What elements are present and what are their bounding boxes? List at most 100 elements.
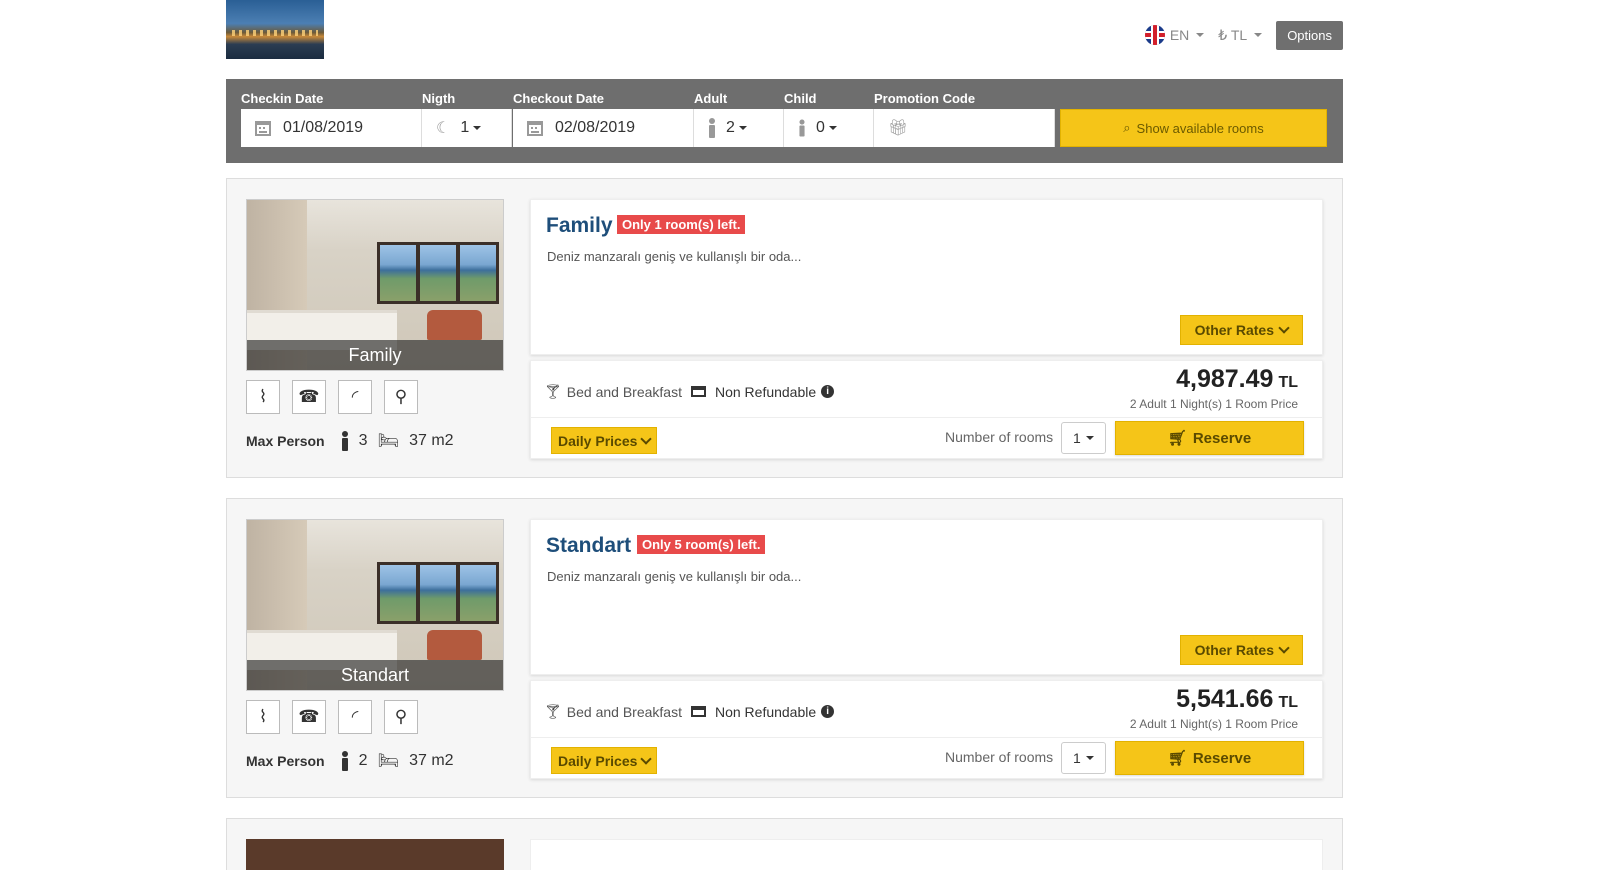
room-info-card: Standart Only 5 room(s) left. Deniz manz… (530, 519, 1323, 675)
availability-badge: Only 1 room(s) left. (617, 215, 746, 234)
adult-select[interactable]: 2 (694, 109, 784, 147)
caret-down-icon (828, 126, 837, 130)
caret-down-icon (1085, 436, 1094, 440)
room-size: 37 m2 (409, 752, 454, 769)
calendar-icon (527, 120, 543, 136)
number-of-rooms-label: Number of rooms (945, 429, 1054, 445)
hairdryer-icon[interactable]: ⚲ (384, 700, 418, 734)
chevron-down-icon (1278, 322, 1290, 334)
currency-label: ₺ TL (1218, 26, 1248, 43)
search-icon: ⌕ (1123, 120, 1131, 135)
price-currency: TL (1278, 374, 1298, 391)
room-title[interactable]: Family (546, 214, 613, 238)
number-of-rooms-select[interactable]: 1 (1061, 422, 1106, 454)
daily-prices-label: Daily Prices (558, 752, 638, 769)
language-label: EN (1169, 27, 1190, 43)
chevron-down-icon (640, 752, 653, 765)
availability-badge: Only 5 room(s) left. (637, 535, 766, 554)
amenities-list: ⌇ ☎ ◜ ⚲ (246, 380, 418, 414)
bed-icon: 🛏︎ (377, 431, 400, 450)
show-available-rooms-button[interactable]: ⌕ Show available rooms (1060, 109, 1327, 147)
room-card: Family ⌇ ☎ ◜ ⚲ Max Person 3 🛏︎ 37 m2 Fam… (226, 178, 1343, 478)
child-select[interactable]: 0 (784, 109, 874, 147)
daily-prices-button[interactable]: Daily Prices (551, 427, 658, 454)
language-selector[interactable]: EN (1144, 25, 1205, 45)
max-person-value: 3 (358, 432, 368, 449)
phone-icon[interactable]: ☎ (292, 700, 326, 734)
reserve-button[interactable]: 🛒︎ Reserve (1115, 421, 1304, 455)
phone-icon[interactable]: ☎ (292, 380, 326, 414)
checkout-value: 02/08/2019 (555, 119, 636, 136)
checkin-input[interactable]: 01/08/2019 (241, 109, 422, 147)
rate-conditions: 🍸︎ Bed and Breakfast Non Refundable i (544, 383, 835, 400)
other-rates-label: Other Rates (1194, 642, 1274, 658)
number-of-rooms-value: 1 (1073, 430, 1081, 446)
number-of-rooms-value: 1 (1073, 750, 1081, 766)
caret-down-icon (473, 126, 482, 130)
child-value: 0 (816, 119, 825, 136)
room-info-card (530, 839, 1323, 870)
chevron-down-icon (640, 432, 653, 445)
room-title[interactable]: Standart (546, 534, 631, 558)
other-rates-label: Other Rates (1194, 322, 1274, 338)
room-photo-caption: Family (247, 340, 503, 370)
chevron-down-icon (1278, 642, 1290, 654)
cocktail-icon: 🍸︎ (544, 703, 562, 719)
adult-value: 2 (726, 119, 735, 136)
night-select[interactable]: ☾ 1 (422, 109, 512, 147)
max-person-info: Max Person 2 🛏︎ 37 m2 (246, 751, 454, 771)
price-note: 2 Adult 1 Night(s) 1 Room Price (1129, 717, 1298, 731)
checkout-input[interactable]: 02/08/2019 (513, 109, 694, 147)
wifi-icon[interactable]: ◜ (338, 380, 372, 414)
bed-icon: 🛏︎ (377, 751, 400, 770)
checkin-label: Checkin Date (241, 91, 324, 106)
price-value: 4,987.49 (1176, 365, 1274, 393)
cart-icon: 🛒︎ (1167, 750, 1187, 767)
board-type: Bed and Breakfast (566, 703, 682, 720)
hairdryer-icon[interactable]: ⚲ (384, 380, 418, 414)
promo-input[interactable]: 🎁︎ (874, 109, 1055, 147)
room-card: Standart ⌇ ☎ ◜ ⚲ Max Person 2 🛏︎ 37 m2 S… (226, 498, 1343, 798)
daily-prices-button[interactable]: Daily Prices (551, 747, 658, 774)
adult-label: Adult (694, 91, 728, 106)
shower-icon[interactable]: ⌇ (246, 380, 280, 414)
room-description: Deniz manzaralı geniş ve kullanışlı bir … (547, 569, 802, 584)
number-of-rooms-select[interactable]: 1 (1061, 742, 1106, 774)
child-icon (799, 119, 806, 137)
shower-icon[interactable]: ⌇ (246, 700, 280, 734)
room-photo-caption: Standart (247, 660, 503, 690)
reserve-label: Reserve (1192, 429, 1252, 447)
caret-down-icon (1254, 33, 1263, 37)
caret-down-icon (1196, 33, 1205, 37)
rate-card: 🍸︎ Bed and Breakfast Non Refundable i 5,… (530, 680, 1323, 779)
other-rates-button[interactable]: Other Rates (1179, 315, 1303, 345)
uk-flag-icon (1144, 25, 1165, 45)
night-value: 1 (460, 119, 470, 136)
child-label: Child (784, 91, 817, 106)
info-icon[interactable]: i (821, 705, 835, 718)
info-icon[interactable]: i (821, 385, 835, 398)
reserve-button[interactable]: 🛒︎ Reserve (1115, 741, 1304, 775)
rate-conditions: 🍸︎ Bed and Breakfast Non Refundable i (544, 703, 835, 720)
room-description: Deniz manzaralı geniş ve kullanışlı bir … (547, 249, 802, 264)
refund-policy: Non Refundable (714, 703, 817, 720)
currency-selector[interactable]: ₺ TL (1218, 26, 1263, 44)
night-label: Nigth (422, 91, 456, 106)
hotel-logo[interactable] (226, 0, 324, 59)
cart-icon: 🛒︎ (1167, 430, 1187, 447)
top-bar: EN ₺ TL Options (1144, 20, 1343, 50)
daily-prices-label: Daily Prices (558, 432, 638, 449)
room-photo[interactable] (246, 839, 504, 870)
options-button[interactable]: Options (1276, 20, 1343, 50)
caret-down-icon (738, 126, 747, 130)
cocktail-icon: 🍸︎ (544, 383, 562, 399)
other-rates-button[interactable]: Other Rates (1179, 635, 1303, 665)
room-info-card: Family Only 1 room(s) left. Deniz manzar… (530, 199, 1323, 355)
room-size: 37 m2 (409, 432, 454, 449)
show-available-rooms-label: Show available rooms (1136, 120, 1264, 136)
room-photo[interactable]: Family (246, 199, 504, 371)
number-of-rooms-label: Number of rooms (945, 749, 1054, 765)
wifi-icon[interactable]: ◜ (338, 700, 372, 734)
person-icon (341, 431, 349, 451)
room-photo[interactable]: Standart (246, 519, 504, 691)
